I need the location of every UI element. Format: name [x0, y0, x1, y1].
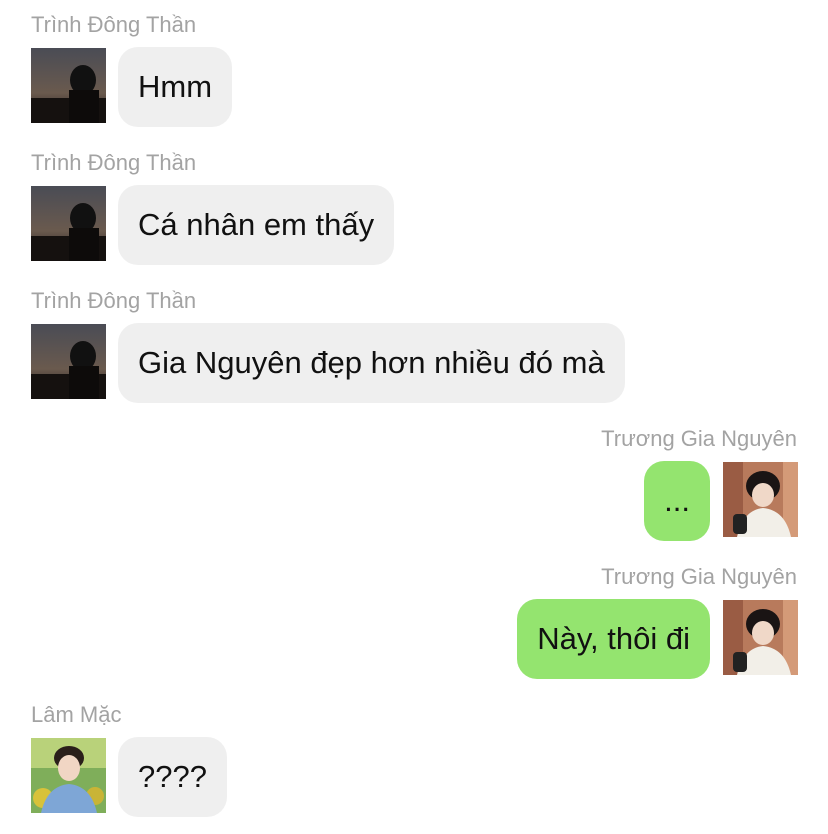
sender-name: Trương Gia Nguyên	[601, 564, 797, 589]
sender-name: Trình Đông Thần	[31, 150, 197, 175]
message-bubble-incoming: Hmm	[118, 47, 233, 127]
dark-sunset-avatar-icon	[31, 324, 106, 399]
message-bubble-outgoing: ...	[644, 461, 710, 541]
avatar[interactable]	[723, 462, 798, 537]
avatar[interactable]	[723, 600, 798, 675]
boy-white-shirt-avatar-icon	[723, 462, 798, 537]
avatar[interactable]	[31, 324, 106, 399]
avatar[interactable]	[31, 48, 106, 123]
sender-name: Trình Đông Thần	[31, 288, 197, 313]
message-bubble-incoming: ????	[118, 737, 227, 817]
sender-name: Trương Gia Nguyên	[601, 426, 797, 451]
dark-sunset-avatar-icon	[31, 186, 106, 261]
avatar[interactable]	[31, 186, 106, 261]
sender-name: Lâm Mặc	[31, 702, 122, 727]
boy-white-shirt-avatar-icon	[723, 600, 798, 675]
avatar[interactable]	[31, 738, 106, 813]
dark-sunset-avatar-icon	[31, 48, 106, 123]
sender-name: Trình Đông Thần	[31, 12, 197, 37]
message-bubble-outgoing: Này, thôi đi	[517, 599, 710, 679]
message-bubble-incoming: Gia Nguyên đẹp hơn nhiều đó mà	[118, 323, 625, 403]
message-bubble-incoming: Cá nhân em thấy	[118, 185, 395, 265]
boy-blue-shirt-avatar-icon	[31, 738, 106, 813]
